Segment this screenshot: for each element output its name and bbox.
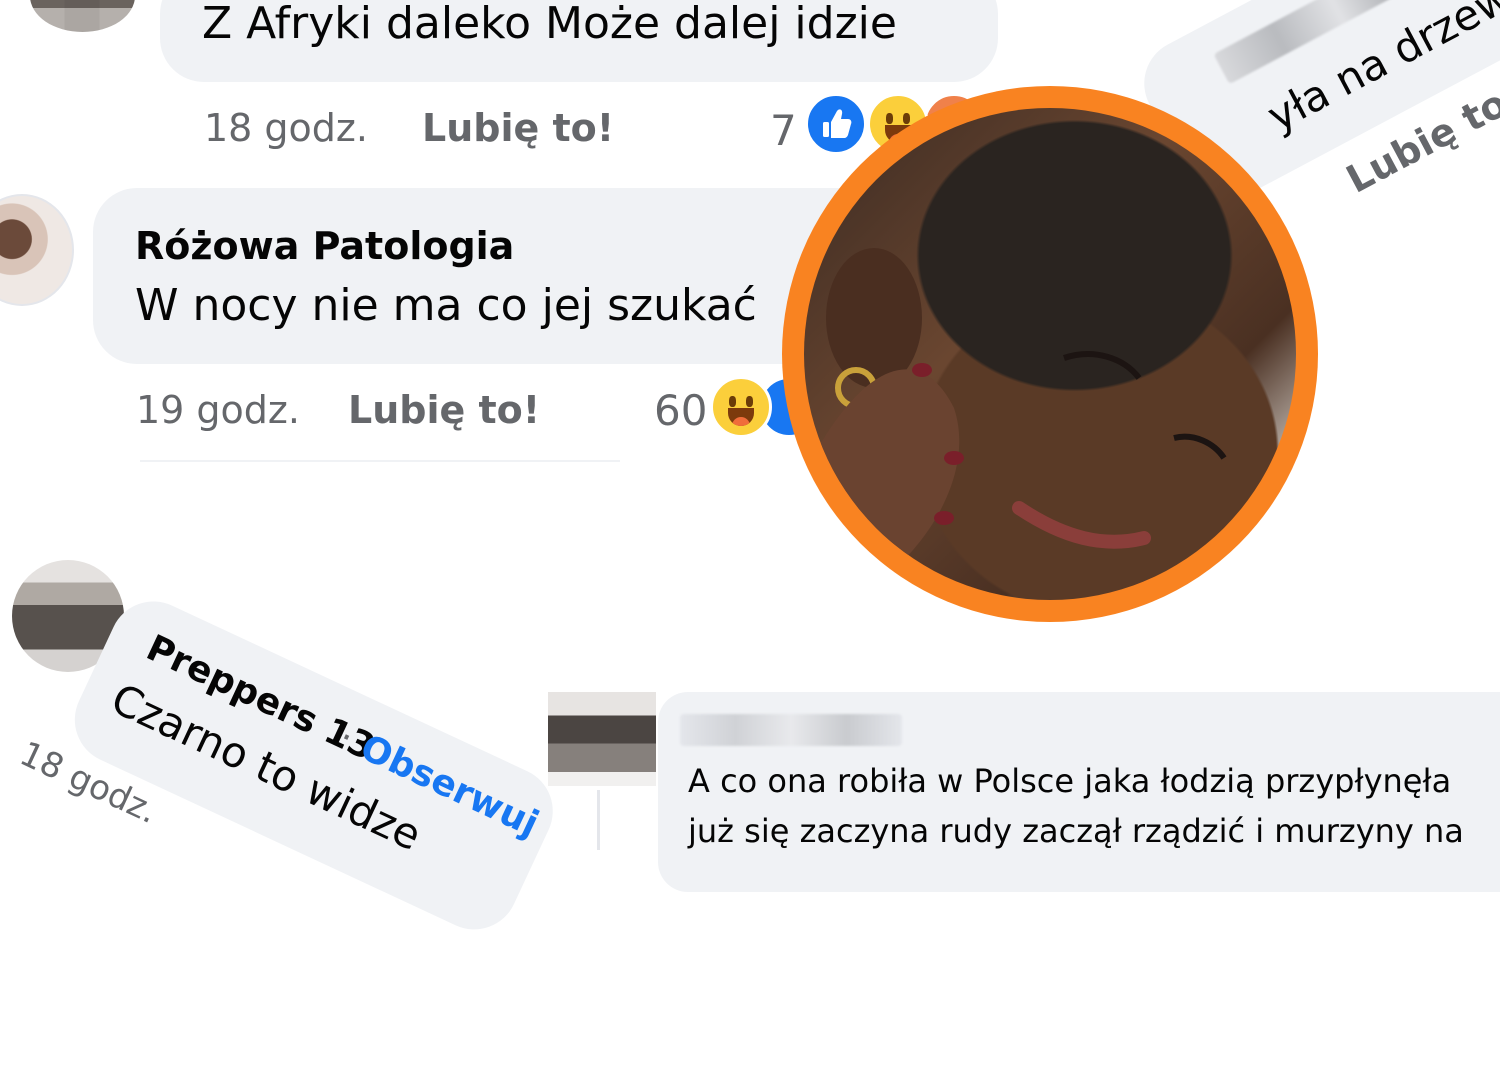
featured-photo-frame	[782, 86, 1318, 622]
comment-timestamp[interactable]: 18 godz.	[204, 106, 368, 150]
reaction-count[interactable]: 60	[654, 386, 707, 435]
comment-bubble: Z Afryki daleko Może dalej idzie	[160, 0, 998, 82]
rotated-comment: Preppers 13 · Obserwuj Czarno to widze 1…	[14, 586, 631, 1077]
comment-text: W nocy nie ma co jej szukać	[135, 280, 757, 331]
laugh-emoji	[710, 376, 772, 438]
avatar-blurred[interactable]	[548, 692, 656, 786]
featured-photo	[804, 108, 1296, 600]
divider	[140, 460, 620, 462]
like-button[interactable]: Lubię to!	[422, 106, 614, 150]
author-name-blurred[interactable]	[680, 714, 902, 746]
comment-timestamp[interactable]: 19 godz.	[136, 388, 300, 432]
comment-text-line: A co ona robiła w Polsce jaka łodzią prz…	[688, 762, 1452, 800]
comment-text-line: już się zaczyna rudy zaczął rządzić i mu…	[688, 812, 1464, 850]
reaction-count[interactable]: 7	[770, 106, 797, 155]
avatar-blurred[interactable]	[30, 0, 135, 32]
like-button[interactable]: Lubię to!	[348, 388, 540, 432]
avatar[interactable]	[0, 194, 74, 306]
comment-author[interactable]: Różowa Patologia	[135, 224, 514, 268]
comment-bubble: A co ona robiła w Polsce jaka łodzią prz…	[658, 692, 1500, 892]
thread-line	[597, 790, 600, 850]
comment-text: Z Afryki daleko Może dalej idzie	[202, 0, 897, 49]
